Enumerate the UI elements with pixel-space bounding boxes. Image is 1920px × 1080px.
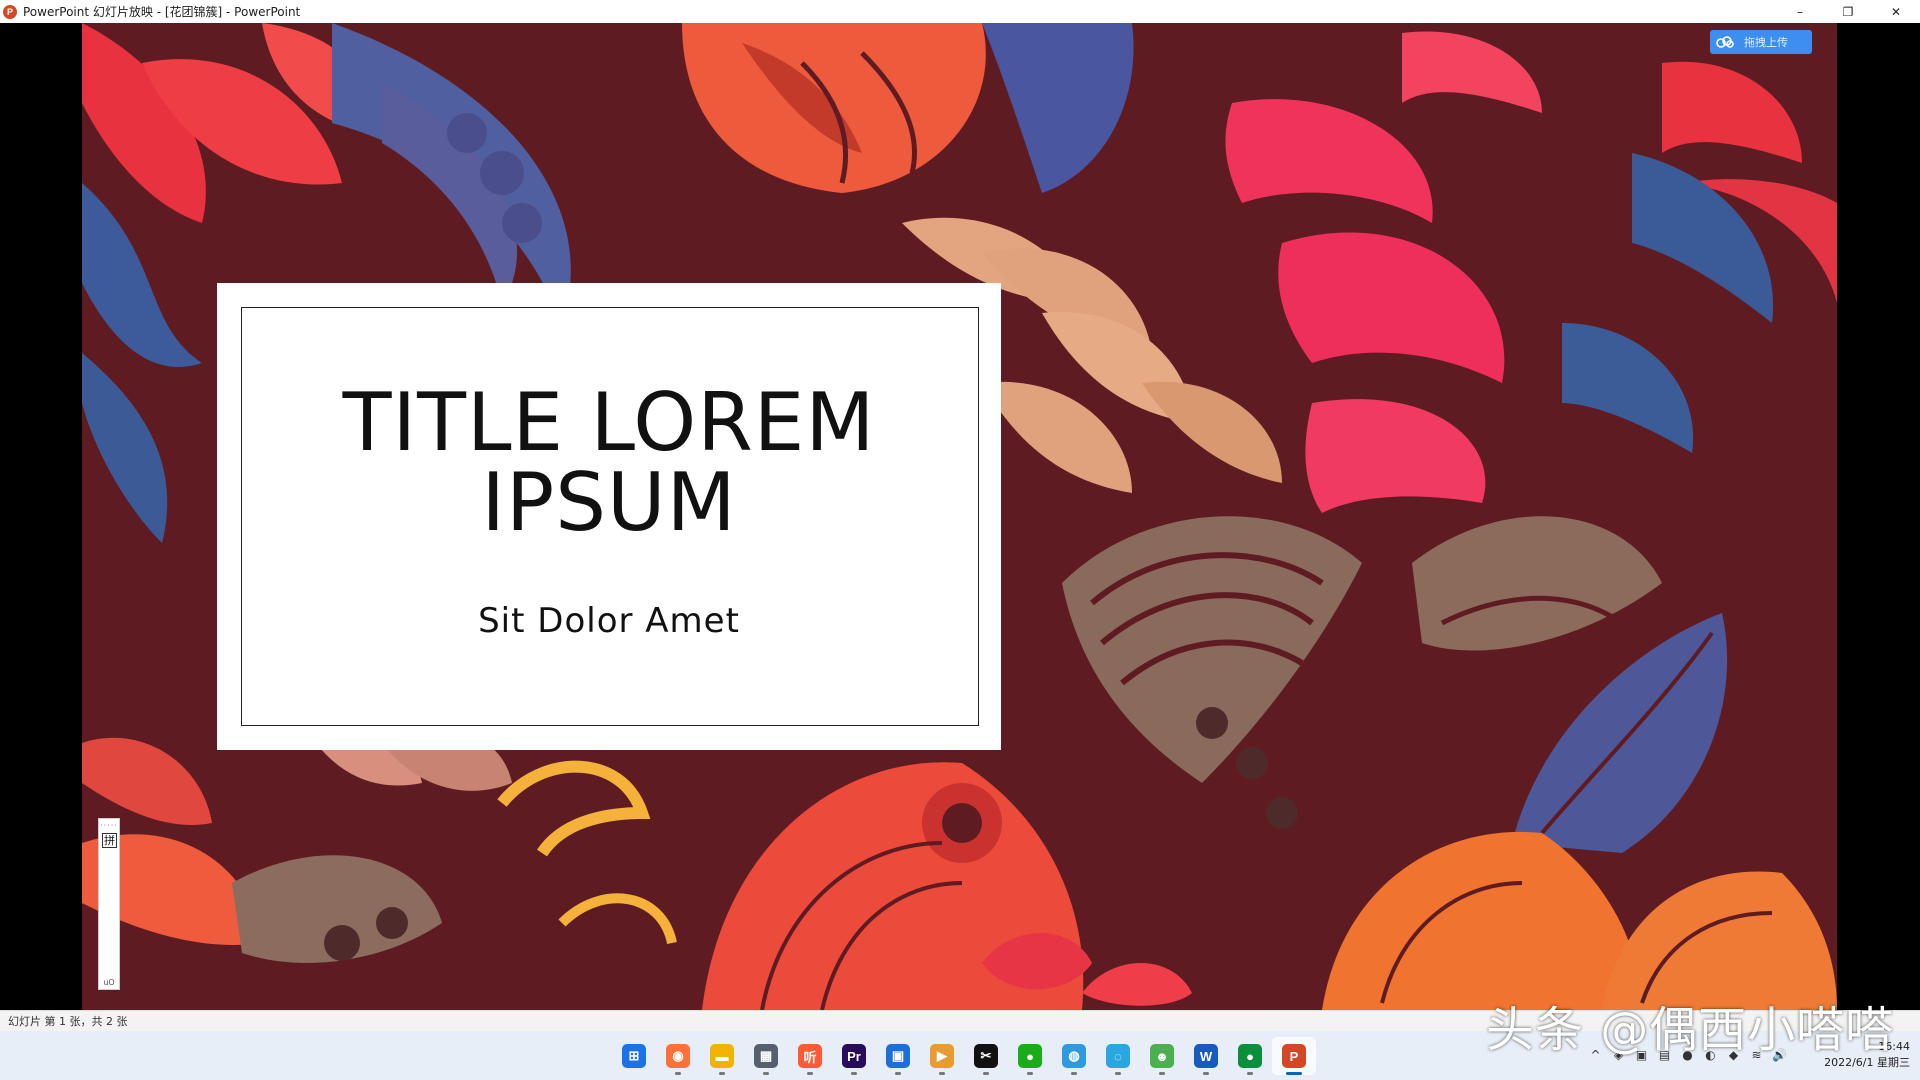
chat-app-icon: ● — [1238, 1044, 1262, 1068]
running-indicator — [1247, 1072, 1253, 1075]
slideshow-stage[interactable]: TITLE LOREM IPSUM Sit Dolor Amet 拖拽上传 — [0, 23, 1920, 1010]
ime-toolbar[interactable]: ····· 拼 uO — [98, 818, 120, 990]
ime-footer: uO — [103, 978, 115, 987]
file-explorer-icon: ▬ — [710, 1044, 734, 1068]
listen-app-icon: 听 — [798, 1044, 822, 1068]
upload-button[interactable]: 拖拽上传 — [1710, 30, 1812, 54]
close-button[interactable]: ✕ — [1872, 0, 1920, 23]
running-indicator — [719, 1072, 725, 1075]
taskbar-app-word[interactable]: W — [1184, 1037, 1228, 1075]
taskbar-app-chat-app[interactable]: ● — [1228, 1037, 1272, 1075]
taskbar-app-file-explorer[interactable]: ▬ — [700, 1037, 744, 1075]
slide-count: 幻灯片 第 1 张，共 2 张 — [8, 1015, 128, 1028]
taskbar-app-browser-globe[interactable]: ◍ — [1052, 1037, 1096, 1075]
taskbar-app-listen-app[interactable]: 听 — [788, 1037, 832, 1075]
firefox-icon: ◉ — [666, 1044, 690, 1068]
taskbar-app-firefox[interactable]: ◉ — [656, 1037, 700, 1075]
running-indicator — [807, 1072, 813, 1075]
watermark: 头条 @偶西小嗒嗒 — [1486, 1002, 1895, 1058]
windows-start-icon: ⊞ — [622, 1044, 646, 1068]
running-indicator — [675, 1072, 681, 1075]
window-titlebar: P PowerPoint 幻灯片放映 - [花团锦簇] - PowerPoint… — [0, 0, 1920, 23]
taskbar-app-meeting-app[interactable]: ▣ — [876, 1037, 920, 1075]
taskbar-app-powerpoint[interactable]: P — [1272, 1037, 1316, 1075]
video-player-icon: ▶ — [930, 1044, 954, 1068]
running-indicator — [983, 1072, 989, 1075]
calculator-icon: ▦ — [754, 1044, 778, 1068]
running-indicator — [895, 1072, 901, 1075]
running-indicator — [1203, 1072, 1209, 1075]
taskbar-apps: ⊞ ◉ ▬ ▦ 听 Pr ▣ ▶ ✂ ● ◍ ◌ ☻ W ● P — [612, 1037, 1316, 1075]
ime-mode-button[interactable]: 拼 — [102, 833, 117, 848]
cloud-icon — [1710, 30, 1740, 54]
powerpoint-icon: P — [3, 4, 17, 19]
taskbar-app-premiere-pro[interactable]: Pr — [832, 1037, 876, 1075]
taskbar-app-calculator[interactable]: ▦ — [744, 1037, 788, 1075]
upload-button-label: 拖拽上传 — [1744, 36, 1788, 49]
restore-button[interactable]: ❐ — [1824, 0, 1872, 23]
running-indicator — [939, 1072, 945, 1075]
taskbar-app-wechat[interactable]: ● — [1008, 1037, 1052, 1075]
word-icon: W — [1194, 1044, 1218, 1068]
running-indicator — [1071, 1072, 1077, 1075]
powerpoint-icon: P — [1282, 1044, 1306, 1068]
taskbar-app-video-player[interactable]: ▶ — [920, 1037, 964, 1075]
slide-subtitle[interactable]: Sit Dolor Amet — [217, 601, 1001, 641]
running-indicator — [851, 1072, 857, 1075]
taskbar-app-capcut[interactable]: ✂ — [964, 1037, 1008, 1075]
window-title: PowerPoint 幻灯片放映 - [花团锦簇] - PowerPoint — [23, 5, 301, 19]
taskbar-app-green-app[interactable]: ☻ — [1140, 1037, 1184, 1075]
taskbar-app-windows-start[interactable]: ⊞ — [612, 1037, 656, 1075]
meeting-app-icon: ▣ — [886, 1044, 910, 1068]
running-indicator — [1159, 1072, 1165, 1075]
taskbar-app-search-app[interactable]: ◌ — [1096, 1037, 1140, 1075]
minimize-button[interactable]: – — [1776, 0, 1824, 23]
running-indicator — [1286, 1072, 1302, 1075]
ime-drag-handle[interactable]: ····· — [99, 821, 119, 830]
slide-title[interactable]: TITLE LOREM IPSUM — [217, 383, 1001, 543]
capcut-icon: ✂ — [974, 1044, 998, 1068]
search-app-icon: ◌ — [1106, 1044, 1130, 1068]
slide[interactable]: TITLE LOREM IPSUM Sit Dolor Amet — [82, 23, 1837, 1010]
wechat-icon: ● — [1018, 1044, 1042, 1068]
running-indicator — [763, 1072, 769, 1075]
browser-globe-icon: ◍ — [1062, 1044, 1086, 1068]
title-card: TITLE LOREM IPSUM Sit Dolor Amet — [217, 283, 1001, 750]
running-indicator — [1027, 1072, 1033, 1075]
running-indicator — [1115, 1072, 1121, 1075]
window-controls: – ❐ ✕ — [1776, 0, 1920, 23]
premiere-pro-icon: Pr — [842, 1044, 866, 1068]
green-app-icon: ☻ — [1150, 1044, 1174, 1068]
